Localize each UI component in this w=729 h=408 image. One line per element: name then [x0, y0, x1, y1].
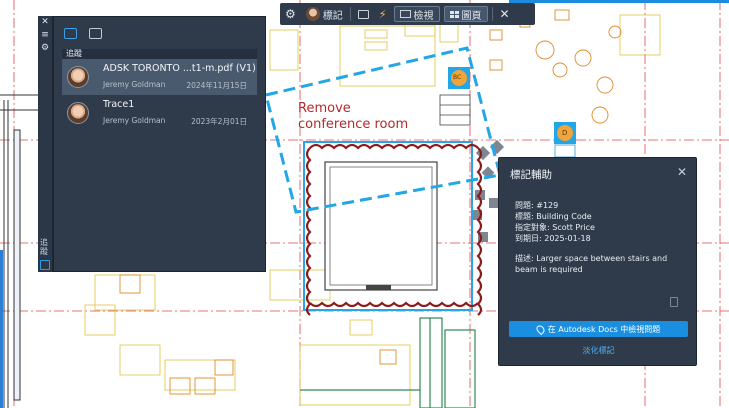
compare-icon[interactable] — [64, 27, 77, 39]
gear-icon: ⚙ — [285, 7, 296, 21]
version-date: 2023年2月01日 — [191, 117, 247, 126]
left-edge-strip — [0, 250, 3, 408]
versions-panel: 追蹤 ADSK TORONTO ...t1-m.pdf (V1) Jeremy … — [53, 16, 266, 272]
lightning-button[interactable]: ⚡ — [374, 3, 392, 25]
gear-icon: ⚙ — [40, 43, 50, 53]
lightning-icon: ⚡ — [378, 7, 387, 21]
sheet-icon — [399, 10, 411, 18]
marker-d-label: D — [562, 129, 568, 137]
version-title: Trace1 — [103, 99, 135, 110]
panel-header — [54, 17, 265, 49]
layout-label: 圖頁 — [461, 10, 482, 22]
menu-icon: ≡ — [41, 30, 49, 40]
close-icon: ✕ — [41, 17, 49, 27]
version-author: Jeremy Goldman — [103, 116, 166, 125]
issue-number: 問題: #129 — [515, 201, 559, 210]
rail-menu-button[interactable]: ≡ — [38, 29, 52, 42]
view-in-docs-button[interactable]: 在 Autodesk Docs 中檢視問題 — [509, 321, 688, 337]
markup-note-line2: conference room — [298, 117, 409, 132]
overlay-icon[interactable] — [89, 27, 102, 39]
issue-type: 標題: Building Code — [515, 212, 592, 221]
version-title: ADSK TORONTO ...t1-m.pdf (V1) — [103, 63, 256, 74]
image-icon — [357, 9, 369, 19]
close-icon: ✕ — [676, 165, 687, 179]
rail-settings-button[interactable]: ⚙ — [38, 42, 52, 55]
issue-due-date: 到期日: 2025-01-18 — [515, 234, 591, 243]
rail-close-button[interactable]: ✕ — [38, 16, 52, 29]
section-label: 追蹤 — [62, 49, 257, 59]
location-pin-icon — [534, 323, 546, 335]
avatar — [305, 7, 320, 21]
close-button[interactable]: ✕ — [677, 165, 687, 179]
marker-bc-label: BC — [453, 74, 462, 81]
sheets-button[interactable]: 檢視 — [393, 6, 440, 22]
rail-label: 追蹤 — [40, 238, 48, 256]
settings-button[interactable]: ⚙ — [280, 3, 301, 25]
left-rail: ✕ ≡ ⚙ 追蹤 — [38, 16, 53, 272]
version-item[interactable]: Trace1 Jeremy Goldman 2023年2月01日 — [62, 95, 257, 131]
markup-label: 標記 — [322, 10, 343, 22]
issue-assignee: 指定對象: Scott Price — [515, 223, 595, 232]
document-icon[interactable] — [670, 297, 678, 307]
markup-note[interactable]: Remove conference room — [298, 101, 408, 133]
sheets-label: 檢視 — [413, 10, 434, 22]
layout-button[interactable]: 圖頁 — [443, 6, 488, 22]
version-author: Jeremy Goldman — [103, 80, 166, 89]
markup-assist-panel: 標記輔助 ✕ 問題: #129 標題: Building Code 指定對象: … — [498, 157, 697, 366]
markup-user-button[interactable]: 標記 — [301, 3, 348, 25]
version-item[interactable]: ADSK TORONTO ...t1-m.pdf (V1) Jeremy Gol… — [62, 59, 257, 95]
panel-title: 標記輔助 — [510, 169, 552, 181]
toolbar-divider — [349, 7, 351, 21]
view-in-docs-label: 在 Autodesk Docs 中檢視問題 — [547, 324, 661, 334]
layers-icon[interactable] — [40, 260, 50, 270]
grid-icon — [449, 10, 459, 18]
version-date: 2024年11月15日 — [186, 81, 247, 90]
toolbar-divider — [491, 7, 493, 21]
top-accent-bar — [509, 0, 729, 3]
issue-description: 描述: Larger space between stairs and beam… — [515, 254, 668, 274]
toolbar-close-button[interactable]: ✕ — [495, 3, 515, 25]
markup-note-line1: Remove — [298, 101, 351, 116]
top-toolbar: ⚙ 標記 ⚡ 檢視 圖頁 ✕ — [280, 3, 535, 25]
dismiss-markup-link[interactable]: 淡化標記 — [499, 345, 698, 356]
avatar — [67, 66, 89, 88]
image-button[interactable] — [353, 3, 374, 25]
avatar — [67, 102, 89, 124]
close-icon: ✕ — [499, 7, 510, 21]
